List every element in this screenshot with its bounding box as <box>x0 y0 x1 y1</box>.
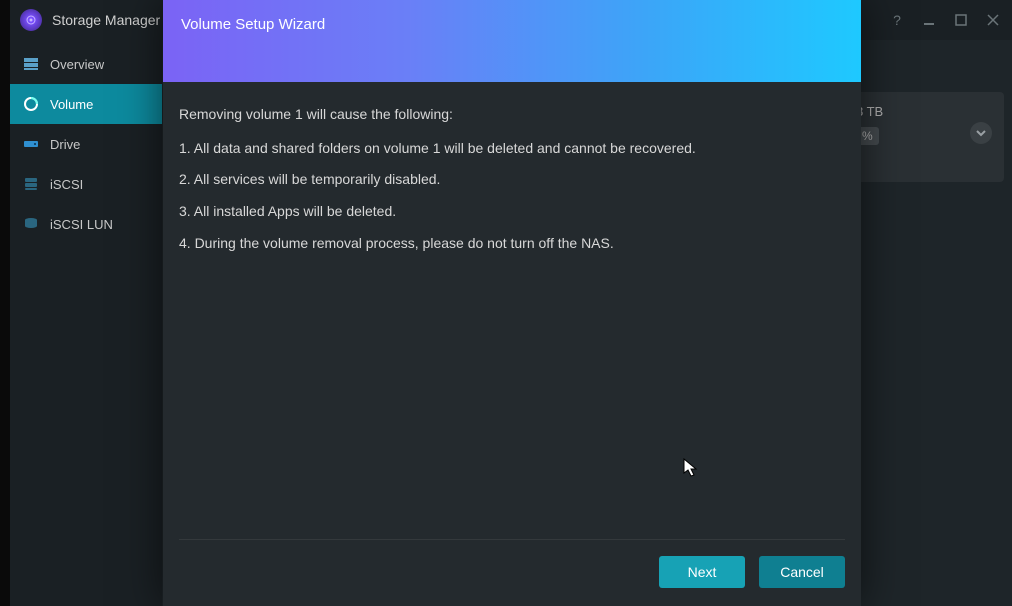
cancel-button[interactable]: Cancel <box>759 556 845 588</box>
sidebar-item-drive[interactable]: Drive <box>10 124 162 164</box>
modal-warning-item: 3. All installed Apps will be deleted. <box>179 201 845 223</box>
sidebar-item-volume[interactable]: Volume <box>10 84 162 124</box>
modal-warning-heading: Removing volume 1 will cause the followi… <box>179 104 845 126</box>
volume-icon <box>22 95 40 113</box>
volume-panel[interactable]: 8 TB % <box>844 92 1004 182</box>
next-button[interactable]: Next <box>659 556 745 588</box>
sidebar-item-label: Volume <box>50 97 93 112</box>
modal-header: Volume Setup Wizard <box>163 0 861 82</box>
window-controls: ? <box>888 11 1002 29</box>
chevron-down-icon[interactable] <box>970 122 992 144</box>
volume-size: 8 TB <box>856 104 992 119</box>
drive-icon <box>22 135 40 153</box>
sidebar-item-iscsi-lun[interactable]: iSCSI LUN <box>10 204 162 244</box>
app-icon <box>20 9 42 31</box>
close-icon[interactable] <box>984 11 1002 29</box>
overview-icon <box>22 55 40 73</box>
iscsi-icon <box>22 175 40 193</box>
sidebar-item-label: Drive <box>50 137 80 152</box>
volume-setup-wizard-modal: Volume Setup Wizard Removing volume 1 wi… <box>163 0 861 606</box>
modal-body: Removing volume 1 will cause the followi… <box>163 82 861 539</box>
modal-warning-item: 1. All data and shared folders on volume… <box>179 138 845 160</box>
modal-footer: Next Cancel <box>179 539 845 606</box>
sidebar-item-iscsi[interactable]: iSCSI <box>10 164 162 204</box>
maximize-icon[interactable] <box>952 11 970 29</box>
sidebar: Overview Volume Drive iSCSI iSCSI LUN <box>10 40 162 606</box>
modal-warning-item: 2. All services will be temporarily disa… <box>179 169 845 191</box>
modal-warning-item: 4. During the volume removal process, pl… <box>179 233 845 255</box>
modal-title: Volume Setup Wizard <box>181 16 325 33</box>
iscsi-lun-icon <box>22 215 40 233</box>
sidebar-item-label: Overview <box>50 57 104 72</box>
help-icon[interactable]: ? <box>888 11 906 29</box>
sidebar-item-overview[interactable]: Overview <box>10 44 162 84</box>
sidebar-item-label: iSCSI <box>50 177 83 192</box>
sidebar-item-label: iSCSI LUN <box>50 217 113 232</box>
minimize-icon[interactable] <box>920 11 938 29</box>
